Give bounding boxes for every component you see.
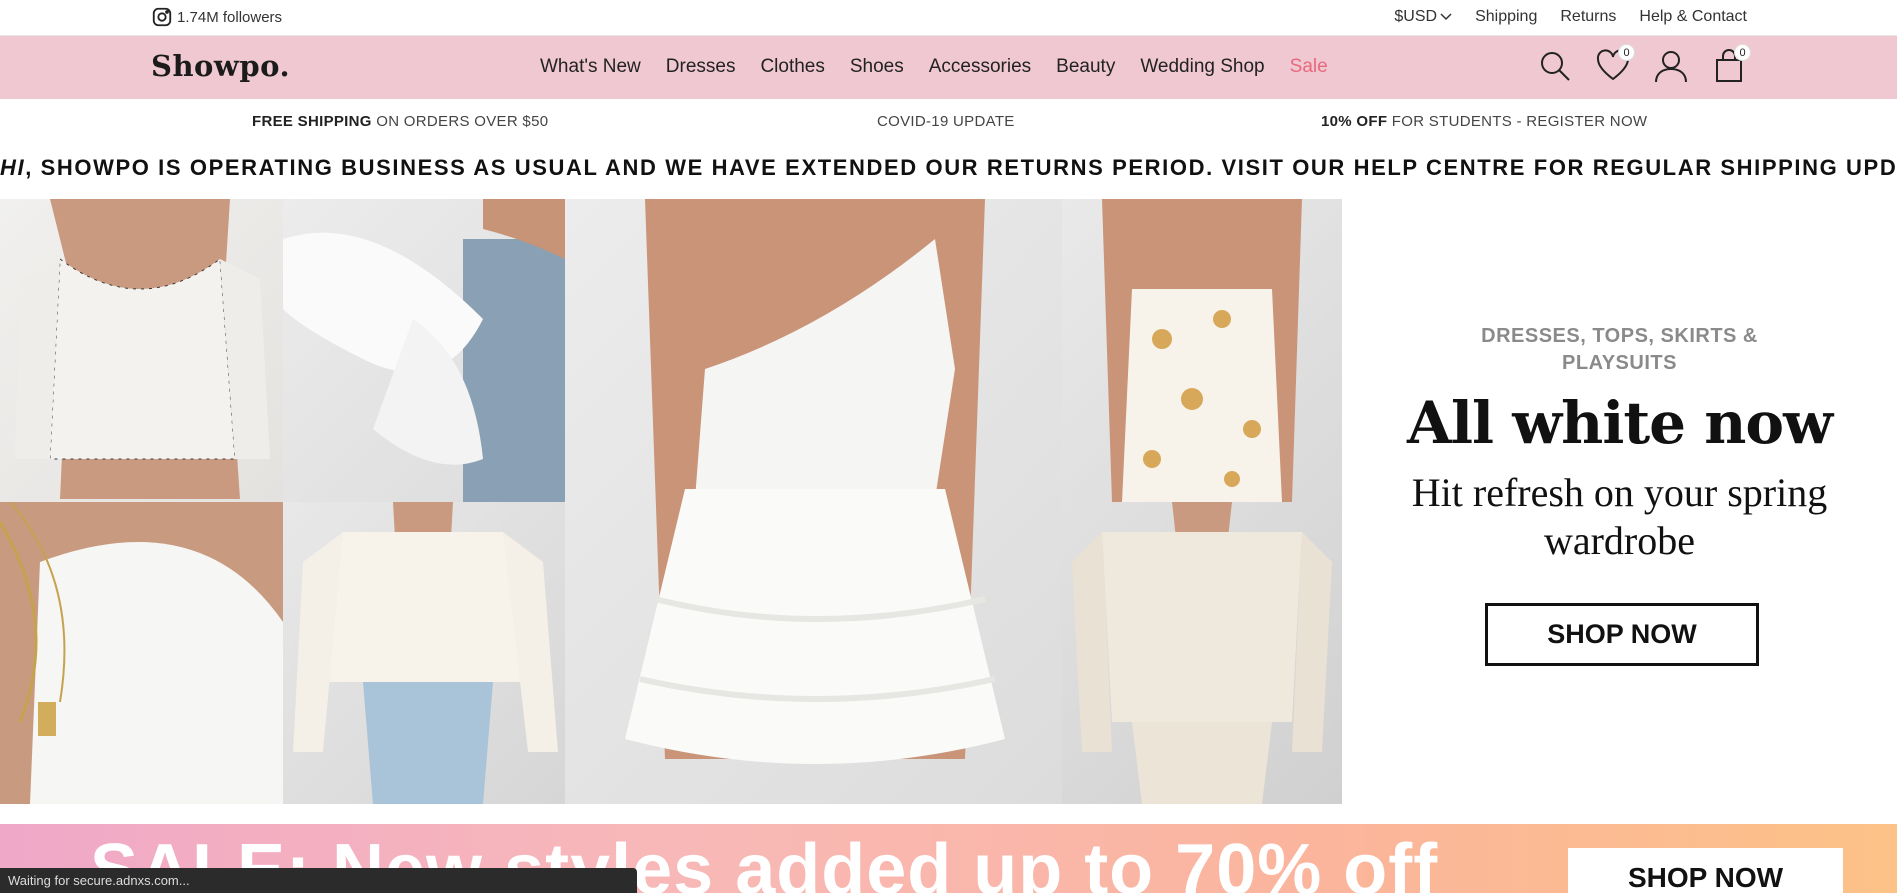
menu-item-shoes[interactable]: Shoes xyxy=(850,56,904,78)
hero-photo-sleeve-detail[interactable] xyxy=(283,199,565,502)
hero-photo-grid[interactable] xyxy=(0,199,1342,804)
student-discount-bold: 10% OFF xyxy=(1321,113,1388,130)
menu-item-dresses[interactable]: Dresses xyxy=(666,56,736,78)
hero-photo-knit-cardigan[interactable] xyxy=(1062,502,1342,804)
wishlist-button[interactable]: 0 xyxy=(1595,44,1635,86)
account-button[interactable] xyxy=(1653,46,1689,86)
hero-photo-floral-slip[interactable] xyxy=(1062,199,1342,502)
menu-item-accessories[interactable]: Accessories xyxy=(929,56,1031,78)
covid-update-link[interactable]: COVID-19 UPDATE xyxy=(877,113,1015,130)
showpo-logo[interactable]: Showpo. xyxy=(151,49,290,83)
hero-photo-one-shoulder-dress[interactable] xyxy=(565,199,1062,804)
currency-selector[interactable]: $USD xyxy=(1394,8,1452,26)
free-shipping-bold: FREE SHIPPING xyxy=(252,113,372,130)
top-utility-bar: 1.74M followers $USD Shipping Returns He… xyxy=(0,0,1897,36)
hero-photo-necklace-closeup[interactable] xyxy=(0,502,283,804)
announcement-hi: HI xyxy=(0,155,26,180)
hero-photo-blouse-jeans[interactable] xyxy=(283,502,565,804)
hero-photo-floral-dress[interactable] xyxy=(0,199,283,502)
search-button[interactable] xyxy=(1537,46,1573,86)
currency-label: $USD xyxy=(1394,8,1438,25)
help-contact-link[interactable]: Help & Contact xyxy=(1639,8,1747,26)
menu-item-beauty[interactable]: Beauty xyxy=(1056,56,1115,78)
menu-item-whats-new[interactable]: What's New xyxy=(540,56,641,78)
free-shipping-rest: ON ORDERS OVER $50 xyxy=(376,113,549,130)
promo-strip: FREE SHIPPING ON ORDERS OVER $50 COVID-1… xyxy=(0,99,1897,145)
student-discount-promo[interactable]: 10% OFF FOR STUDENTS - REGISTER NOW xyxy=(1321,113,1647,130)
menu-item-wedding-shop[interactable]: Wedding Shop xyxy=(1140,56,1264,78)
hero-kicker: DRESSES, TOPS, SKIRTS & PLAYSUITS xyxy=(1481,325,1758,374)
menu-item-sale[interactable]: Sale xyxy=(1290,56,1328,78)
hero-subhead: Hit refresh on your spring wardrobe xyxy=(1411,470,1828,563)
menu-item-clothes[interactable]: Clothes xyxy=(760,56,824,78)
followers-count: 1.74M followers xyxy=(177,8,283,26)
browser-status-bar: Waiting for secure.adnxs.com... xyxy=(0,868,637,893)
main-navbar: Showpo. What's New Dresses Clothes Shoes… xyxy=(0,36,1897,99)
user-icon xyxy=(1655,51,1687,83)
main-menu: What's New Dresses Clothes Shoes Accesso… xyxy=(540,56,1328,78)
returns-link[interactable]: Returns xyxy=(1560,8,1616,26)
instagram-followers-link[interactable]: 1.74M followers xyxy=(151,6,282,28)
instagram-icon xyxy=(152,7,172,27)
sale-shop-now-button[interactable]: SHOP NOW xyxy=(1568,848,1843,893)
search-icon xyxy=(1541,52,1570,81)
hero-text-panel: DRESSES, TOPS, SKIRTS & PLAYSUITS All wh… xyxy=(1342,199,1897,804)
announcement-text: , SHOWPO IS OPERATING BUSINESS AS USUAL … xyxy=(25,155,1897,180)
cart-button[interactable]: 0 xyxy=(1711,44,1751,86)
chevron-down-icon xyxy=(1440,13,1452,21)
hero-headline: All white now xyxy=(1406,389,1833,457)
shipping-link[interactable]: Shipping xyxy=(1475,8,1537,26)
wishlist-count-badge: 0 xyxy=(1618,44,1635,61)
announcement-banner: HI, SHOWPO IS OPERATING BUSINESS AS USUA… xyxy=(0,155,1897,189)
free-shipping-promo[interactable]: FREE SHIPPING ON ORDERS OVER $50 xyxy=(252,113,548,130)
cart-count-badge: 0 xyxy=(1734,44,1751,61)
student-discount-rest: FOR STUDENTS - REGISTER NOW xyxy=(1391,113,1648,130)
hero-shop-now-button[interactable]: SHOP NOW xyxy=(1485,603,1759,666)
